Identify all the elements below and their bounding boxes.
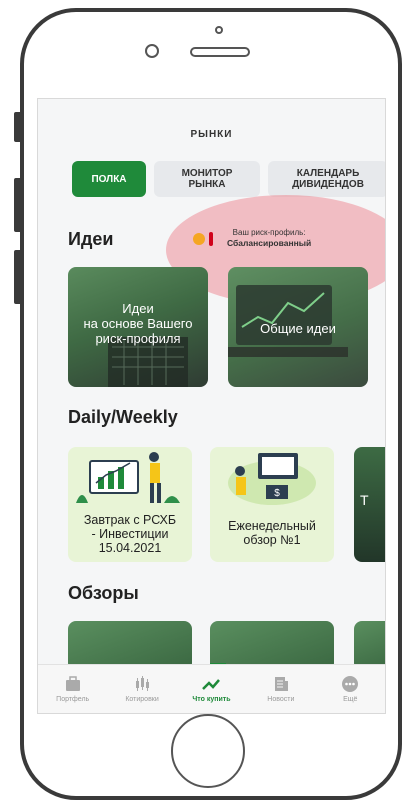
svg-text:$: $ bbox=[274, 488, 280, 499]
tab-dividend-calendar[interactable]: КАЛЕНДАРЬ ДИВИДЕНДОВ bbox=[268, 161, 385, 197]
nav-what-to-buy-label: Что купить bbox=[192, 696, 231, 703]
proximity-sensor bbox=[215, 26, 223, 34]
page-title: РЫНКИ bbox=[190, 129, 233, 140]
card-daily-partial[interactable]: Т bbox=[354, 447, 385, 562]
card-ideas-risk-profile[interactable]: Идеи на основе Вашего риск-профиля bbox=[68, 267, 208, 387]
chart-presenter-illustration bbox=[76, 452, 180, 503]
nav-portfolio-label: Портфель bbox=[56, 696, 90, 703]
card-general-ideas-label: Общие идеи bbox=[260, 321, 336, 336]
briefcase-icon bbox=[43, 675, 103, 693]
nav-news[interactable]: Новости bbox=[251, 675, 311, 703]
nav-more[interactable]: Ещё bbox=[320, 675, 380, 703]
mute-switch bbox=[14, 112, 22, 142]
tab-market-monitor[interactable]: МОНИТОР РЫНКА bbox=[154, 161, 260, 197]
risk-profile-icon bbox=[191, 229, 219, 247]
earpiece-speaker bbox=[190, 47, 250, 57]
app-screen: РЫНКИ ПОЛКА МОНИТОР РЫНКА КАЛЕНДАРЬ ДИВИ… bbox=[37, 98, 386, 714]
reviews-title: Обзоры bbox=[68, 583, 139, 603]
risk-profile-label: Ваш риск-профиль: bbox=[232, 228, 306, 237]
risk-profile[interactable]: Ваш риск-профиль: Сбалансированный bbox=[191, 227, 311, 249]
money-illustration: $ bbox=[228, 453, 316, 505]
card-daily-partial-label: Т bbox=[360, 492, 369, 508]
risk-profile-value: Сбалансированный bbox=[227, 238, 312, 248]
nav-quotes-label: Котировки bbox=[125, 696, 159, 703]
risk-profile-text: Ваш риск-профиль: Сбалансированный bbox=[227, 227, 311, 249]
front-camera bbox=[145, 44, 159, 58]
card-weekly-review-label: Еженедельный обзор №1 bbox=[228, 519, 316, 547]
daily-weekly-title: Daily/Weekly bbox=[68, 407, 178, 427]
trend-icon bbox=[181, 675, 241, 693]
bottom-nav: Портфель Котировки Что купить Новости Ещ… bbox=[38, 664, 385, 713]
nav-what-to-buy[interactable]: Что купить bbox=[181, 675, 241, 703]
tab-bar: ПОЛКА МОНИТОР РЫНКА КАЛЕНДАРЬ ДИВИДЕНДОВ bbox=[72, 161, 385, 199]
volume-down-button bbox=[14, 250, 22, 304]
nav-more-label: Ещё bbox=[343, 696, 358, 703]
volume-up-button bbox=[14, 178, 22, 232]
card-general-ideas[interactable]: Общие идеи bbox=[228, 267, 368, 387]
card-weekly-review[interactable]: $ Еженедельный обзор №1 bbox=[210, 447, 334, 562]
nav-portfolio[interactable]: Портфель bbox=[43, 675, 103, 703]
tab-shelf[interactable]: ПОЛКА bbox=[72, 161, 146, 197]
nav-news-label: Новости bbox=[267, 696, 295, 703]
home-button[interactable] bbox=[171, 714, 245, 788]
card-breakfast-rshb[interactable]: Завтрак с РСХБ - Инвестиции 15.04.2021 bbox=[68, 447, 192, 562]
ideas-title: Идеи bbox=[68, 229, 114, 249]
nav-quotes[interactable]: Котировки bbox=[112, 675, 172, 703]
card-breakfast-rshb-label: Завтрак с РСХБ - Инвестиции 15.04.2021 bbox=[83, 513, 177, 555]
news-icon bbox=[251, 675, 311, 693]
candlestick-icon bbox=[112, 675, 172, 693]
card-ideas-risk-profile-label: Идеи на основе Вашего риск-профиля bbox=[83, 301, 193, 346]
more-icon bbox=[320, 675, 380, 693]
